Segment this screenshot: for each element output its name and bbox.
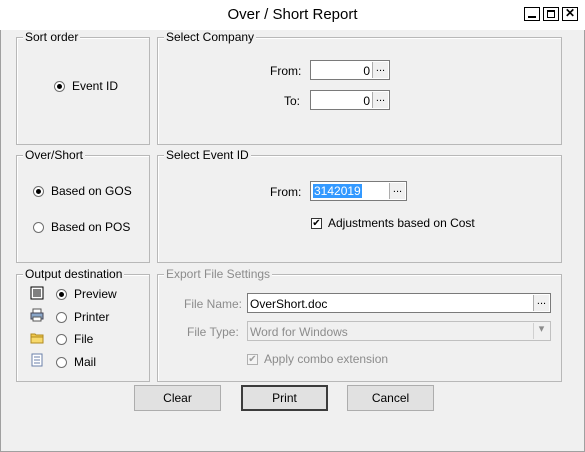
print-button[interactable]: Print [241, 385, 328, 411]
chevron-down-icon[interactable]: ▾ [533, 323, 549, 339]
radio-indicator [33, 221, 44, 233]
radio-indicator [33, 185, 44, 197]
window-title: Over / Short Report [227, 6, 358, 23]
check-icon: ✔ [247, 353, 258, 365]
select-event-group: Select Event ID [157, 148, 562, 263]
apply-combo-label: Apply combo extension [264, 352, 389, 366]
file-type-value: Word for Windows [250, 325, 348, 339]
file-name-label: File Name: [184, 297, 243, 311]
cancel-button-label: Cancel [371, 391, 410, 405]
minimize-icon [528, 16, 536, 18]
file-icon [30, 333, 44, 344]
minimize-button[interactable] [524, 7, 540, 21]
file-name-value: OverShort.doc [250, 297, 328, 311]
company-from-label: From: [270, 64, 302, 78]
close-icon: ✕ [564, 6, 576, 20]
company-to-browse-button[interactable]: ... [372, 92, 388, 108]
sort-order-legend: Sort order [23, 30, 81, 44]
radio-label: Event ID [72, 79, 119, 93]
event-from-label: From: [270, 185, 302, 199]
file-type-select[interactable]: Word for Windows ▾ [247, 321, 551, 341]
select-event-legend: Select Event ID [164, 148, 251, 162]
close-button[interactable]: ✕ [562, 6, 578, 21]
radio-mail[interactable]: Mail [56, 355, 96, 369]
radio-label: Based on GOS [51, 184, 132, 198]
company-to-value: 0 [363, 94, 370, 108]
adjustments-checkbox[interactable]: ✔ Adjustments based on Cost [311, 216, 475, 230]
adjustments-label: Adjustments based on Cost [328, 216, 475, 230]
over-short-group: Over/Short [16, 148, 150, 263]
radio-indicator [54, 80, 65, 92]
clear-button-label: Clear [163, 391, 192, 405]
export-settings-legend: Export File Settings [164, 267, 273, 281]
radio-label: Printer [74, 310, 110, 324]
file-name-input[interactable]: OverShort.doc ... [247, 293, 551, 313]
maximize-icon [547, 10, 555, 18]
radio-indicator [56, 356, 67, 368]
event-from-browse-button[interactable]: ... [389, 183, 405, 199]
output-destination-legend: Output destination [23, 267, 125, 281]
radio-label: Based on POS [51, 220, 131, 234]
radio-file[interactable]: File [56, 332, 93, 346]
maximize-button[interactable] [543, 7, 559, 21]
printer-icon [30, 308, 44, 322]
radio-based-on-pos[interactable]: Based on POS [33, 220, 130, 234]
preview-icon [30, 286, 44, 300]
event-from-value: 3142019 [313, 184, 362, 198]
radio-printer[interactable]: Printer [56, 310, 109, 324]
radio-preview[interactable]: Preview [56, 287, 117, 301]
company-from-input[interactable]: 0 ... [310, 60, 390, 80]
file-type-label: File Type: [187, 325, 239, 339]
radio-label: File [74, 332, 94, 346]
file-name-browse-button[interactable]: ... [533, 295, 549, 311]
company-to-input[interactable]: 0 ... [310, 90, 390, 110]
radio-label: Mail [74, 355, 97, 369]
mail-icon [31, 353, 43, 367]
check-icon: ✔ [311, 217, 322, 229]
radio-indicator [56, 333, 67, 345]
radio-indicator [56, 288, 67, 300]
company-from-value: 0 [363, 64, 370, 78]
radio-label: Preview [74, 287, 117, 301]
radio-event-id[interactable]: Event ID [54, 79, 118, 93]
company-from-browse-button[interactable]: ... [372, 62, 388, 78]
company-to-label: To: [284, 94, 301, 108]
radio-based-on-gos[interactable]: Based on GOS [33, 184, 132, 198]
radio-indicator [56, 311, 67, 323]
title-bar: Over / Short Report ✕ [0, 0, 585, 30]
cancel-button[interactable]: Cancel [347, 385, 434, 411]
clear-button[interactable]: Clear [134, 385, 221, 411]
print-button-label: Print [272, 391, 297, 405]
select-company-legend: Select Company [164, 30, 257, 44]
apply-combo-checkbox[interactable]: ✔ Apply combo extension [247, 352, 388, 366]
event-from-input[interactable]: 3142019 ... [310, 181, 407, 201]
over-short-legend: Over/Short [23, 148, 86, 162]
